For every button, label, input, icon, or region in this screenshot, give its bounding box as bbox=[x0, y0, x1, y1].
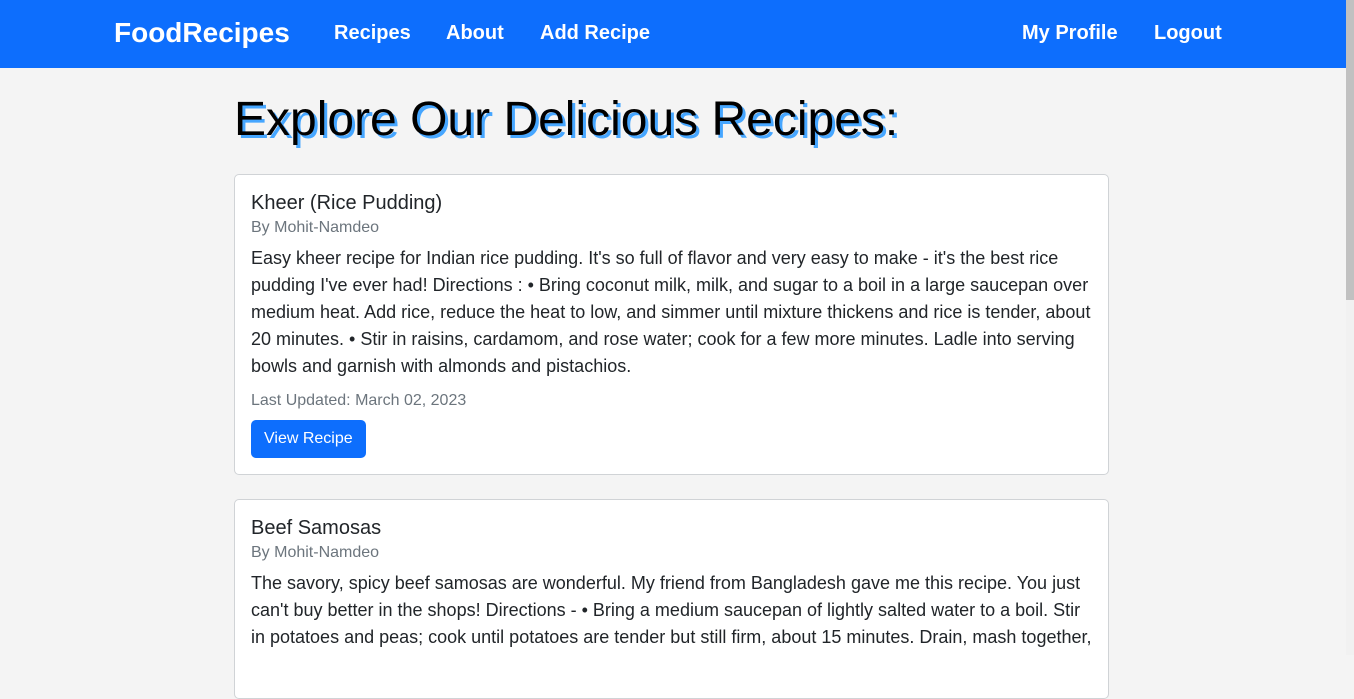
brand-logo-link[interactable]: FoodRecipes bbox=[114, 17, 290, 49]
recipe-card: Kheer (Rice Pudding) By Mohit-Namdeo Eas… bbox=[234, 174, 1109, 475]
recipe-title: Kheer (Rice Pudding) bbox=[251, 192, 443, 214]
page-title: Explore Our Delicious Recipes: bbox=[234, 93, 899, 146]
recipe-last-updated: Last Updated: March 02, 2023 bbox=[251, 392, 467, 409]
scrollbar-thumb[interactable] bbox=[1346, 0, 1354, 300]
nav-link-recipes[interactable]: Recipes bbox=[334, 22, 411, 45]
view-recipe-button[interactable]: View Recipe bbox=[251, 420, 366, 458]
recipe-description: The savory, spicy beef samosas are wonde… bbox=[251, 573, 1092, 647]
nav-link-add-recipe[interactable]: Add Recipe bbox=[540, 22, 650, 45]
recipe-title: Beef Samosas bbox=[251, 517, 382, 539]
recipe-description: Easy kheer recipe for Indian rice puddin… bbox=[251, 248, 1091, 376]
recipe-author: By Mohit-Namdeo bbox=[251, 544, 380, 561]
recipe-author: By Mohit-Namdeo bbox=[251, 219, 380, 236]
nav-link-logout[interactable]: Logout bbox=[1154, 22, 1222, 45]
page-scrollbar[interactable] bbox=[1346, 0, 1354, 655]
top-navbar: FoodRecipes Recipes About Add Recipe My … bbox=[0, 0, 1346, 68]
nav-link-my-profile[interactable]: My Profile bbox=[1022, 22, 1118, 45]
nav-link-about[interactable]: About bbox=[446, 22, 504, 45]
recipe-card: Beef Samosas By Mohit-Namdeo The savory,… bbox=[234, 499, 1109, 699]
